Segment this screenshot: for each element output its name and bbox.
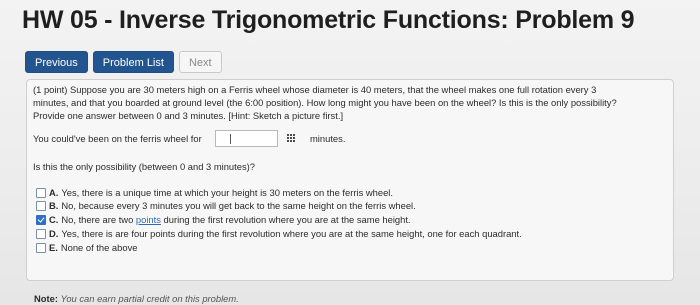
problem-text-line-2: minutes, and that you boarded at ground … [33,97,617,108]
option-text: Yes, there is a unique time at which you… [61,187,393,198]
equation-editor-icon[interactable] [287,134,297,143]
checkbox-d[interactable] [36,228,46,239]
next-button[interactable]: Next [178,51,222,73]
points-link[interactable]: points [136,214,161,225]
option-a[interactable]: A. Yes, there is a unique time at which … [36,187,393,198]
option-letter: C. [49,214,59,225]
checkbox-a[interactable] [36,187,46,198]
option-text-before: No, there are two [61,214,136,225]
option-b[interactable]: B. No, because every 3 minutes you will … [36,200,416,211]
question-text: Is this the only possibility (between 0 … [33,161,255,172]
answer-suffix: minutes. [310,133,346,144]
option-text: None of the above [60,242,138,253]
problem-list-button[interactable]: Problem List [92,51,174,73]
option-e[interactable]: E. None of the above [36,242,137,253]
problem-text-line-1: (1 point) Suppose you are 30 meters high… [33,84,597,95]
option-text: Yes, there is are four points during the… [61,228,522,239]
problem-text-line-3: Provide one answer between 0 and 3 minut… [33,110,344,121]
previous-button[interactable]: Previous [25,51,88,73]
page-title: HW 05 - Inverse Trigonometric Functions:… [22,6,635,34]
page: HW 05 - Inverse Trigonometric Functions:… [0,0,700,305]
option-letter: B. [49,200,59,211]
text-caret [230,134,231,144]
checkbox-e[interactable] [36,242,46,253]
note-text: You can earn partial credit on this prob… [60,293,239,304]
option-letter: A. [49,187,59,198]
checkbox-c[interactable] [36,214,46,225]
note-label: Note: [34,293,58,304]
answer-prefix: You could've been on the ferris wheel fo… [33,133,202,144]
option-text-after: during the first revolution where you ar… [160,214,411,225]
option-letter: D. [49,228,59,239]
option-c[interactable]: C. No, there are two points during the f… [36,214,411,225]
checkbox-b[interactable] [36,200,46,211]
partial-credit-note: Note: You can earn partial credit on thi… [34,293,239,304]
option-d[interactable]: D. Yes, there is are four points during … [36,228,522,239]
option-text: No, because every 3 minutes you will get… [61,200,416,211]
option-letter: E. [49,242,58,253]
answer-input[interactable] [215,130,278,147]
problem-nav: Previous Problem List Next [25,51,222,73]
